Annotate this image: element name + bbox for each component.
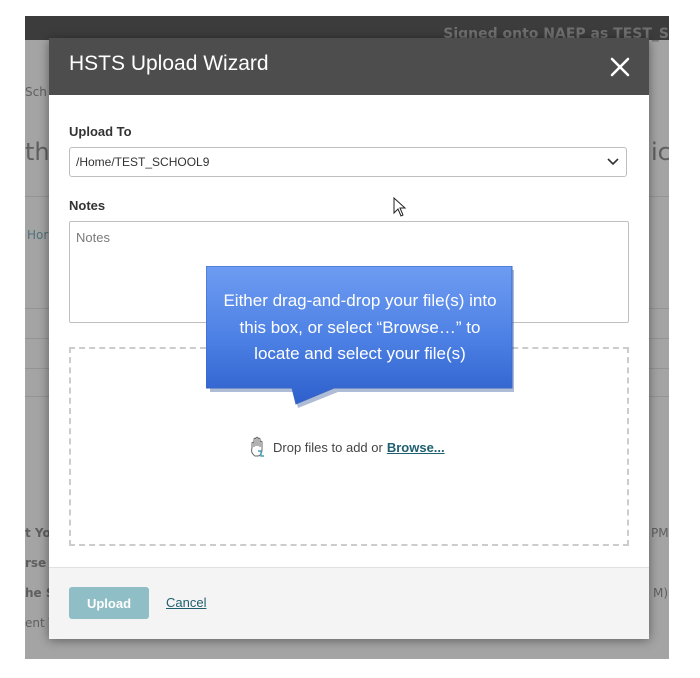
drop-zone-text: Drop files to add or <box>273 439 383 455</box>
callout-line: Either drag-and-drop your file(s) into <box>223 291 497 310</box>
background-fragment: t Yo <box>25 526 51 540</box>
upload-to-select[interactable]: /Home/TEST_SCHOOL9 <box>69 147 627 177</box>
notes-label: Notes <box>69 198 106 213</box>
callout-text: Either drag-and-drop your file(s) into t… <box>206 288 514 368</box>
mouse-cursor <box>393 197 407 217</box>
upload-to-value: /Home/TEST_SCHOOL9 <box>76 155 210 169</box>
chevron-down-icon <box>607 158 619 166</box>
drop-files-icon <box>251 436 264 457</box>
dialog-title: HSTS Upload Wizard <box>69 52 269 75</box>
drop-zone-prompt: Drop files to add or Browse... <box>249 436 445 458</box>
background-fragment: M) <box>653 586 669 600</box>
dialog-header: HSTS Upload Wizard <box>49 38 649 95</box>
background-fragment: PM) <box>651 526 669 540</box>
cancel-link[interactable]: Cancel <box>166 595 206 610</box>
callout-line: this box, or select “Browse…” to <box>239 317 481 337</box>
dialog-footer: Upload Cancel <box>49 567 649 639</box>
close-button[interactable] <box>605 52 635 82</box>
close-icon <box>610 57 630 77</box>
instruction-callout: Either drag-and-drop your file(s) into t… <box>206 266 514 408</box>
browse-link[interactable]: Browse... <box>387 440 445 455</box>
upload-button[interactable]: Upload <box>69 587 149 619</box>
background-topbar: Signed onto NAEP as TEST_S <box>25 16 669 42</box>
callout-line: locate and select your file(s) <box>254 344 466 363</box>
background-fragment: Sch <box>25 85 47 99</box>
background-fragment: ic <box>651 138 669 166</box>
background-fragment: rse <box>25 556 47 570</box>
background-fragment: Hor <box>27 228 49 242</box>
upload-to-label: Upload To <box>69 124 132 139</box>
